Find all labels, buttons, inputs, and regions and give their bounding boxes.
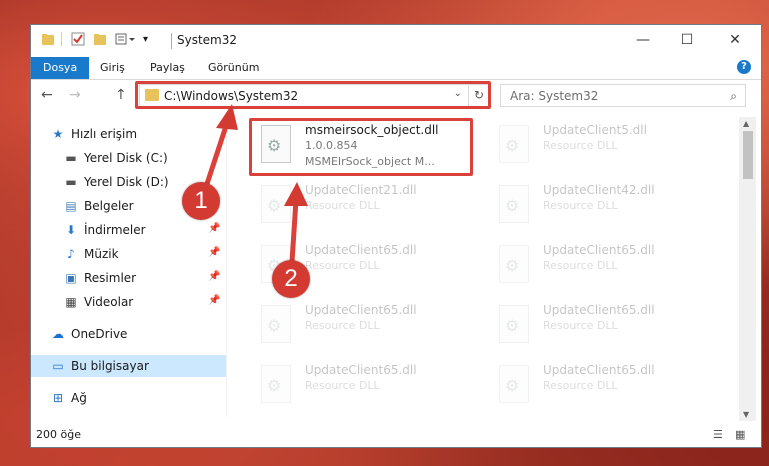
arrow-2-head bbox=[284, 182, 308, 206]
arrow-2-line bbox=[289, 199, 299, 263]
arrow-1-head bbox=[216, 104, 238, 130]
annotation-badge-2: 2 bbox=[272, 260, 310, 298]
annotation-arrows bbox=[202, 104, 308, 263]
annotation-badge-1: 1 bbox=[182, 182, 220, 220]
arrow-1-line bbox=[202, 119, 231, 191]
